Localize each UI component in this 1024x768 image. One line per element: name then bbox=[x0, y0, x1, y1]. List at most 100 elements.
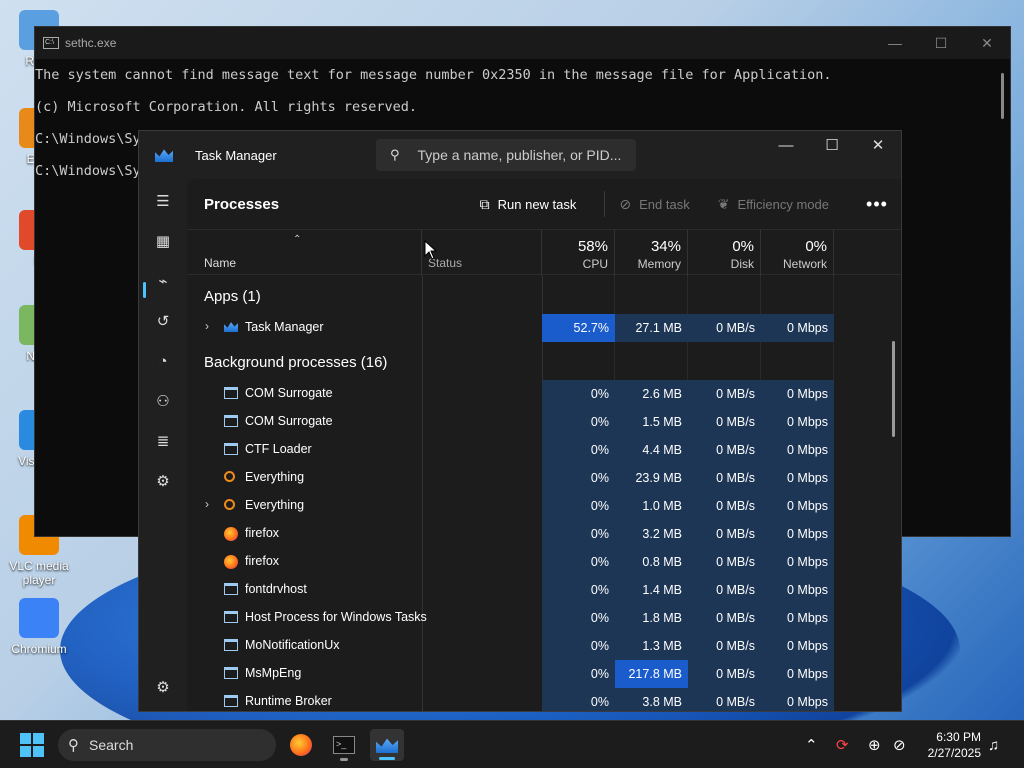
update-notification-icon[interactable]: ⟳ bbox=[836, 721, 849, 768]
close-icon[interactable]: ✕ bbox=[855, 131, 901, 161]
tm-sidebar: ☰ ▦ ⌁ ↺ ◔ ⚇ ≣ ⚙ ⚙ bbox=[139, 179, 187, 711]
firefox-icon bbox=[224, 527, 238, 541]
memory-cell: 3.8 MB bbox=[615, 688, 688, 711]
search-icon: ⚲ bbox=[68, 737, 79, 754]
hamburger-menu-icon[interactable]: ☰ bbox=[147, 187, 179, 217]
clock[interactable]: 6:30 PM 2/27/2025 bbox=[928, 729, 981, 761]
process-list-scrollbar[interactable] bbox=[892, 341, 895, 437]
close-icon[interactable]: ✕ bbox=[964, 35, 1010, 52]
settings-icon[interactable]: ⚙ bbox=[147, 673, 179, 703]
details-icon[interactable]: ≣ bbox=[147, 427, 179, 457]
process-row[interactable]: firefox 0% 0.8 MB 0 MB/s 0 Mbps bbox=[187, 548, 834, 576]
services-icon[interactable]: ⚙ bbox=[147, 467, 179, 497]
group-header-cell bbox=[688, 276, 761, 314]
users-icon[interactable]: ⚇ bbox=[147, 387, 179, 417]
taskbar-search[interactable]: ⚲ Search bbox=[58, 729, 276, 761]
process-name: firefox bbox=[245, 554, 280, 568]
network-globe-icon[interactable]: ⊕ bbox=[868, 721, 881, 768]
col-status-header[interactable]: Status bbox=[422, 230, 542, 276]
cpu-cell: 0% bbox=[542, 520, 615, 548]
memory-cell: 27.1 MB bbox=[615, 314, 688, 342]
group-header-cell bbox=[542, 276, 615, 314]
process-name: COM Surrogate bbox=[245, 386, 333, 400]
firefox-taskbar-icon[interactable] bbox=[284, 729, 318, 761]
cpu-cell: 0% bbox=[542, 688, 615, 711]
cmd-scrollbar[interactable] bbox=[1001, 73, 1004, 119]
expand-chevron-icon[interactable]: › bbox=[205, 497, 209, 511]
group-header-cell bbox=[761, 276, 834, 314]
notification-bell-icon[interactable]: ♫ bbox=[988, 721, 999, 768]
cpu-total: 58% bbox=[577, 238, 608, 255]
end-task-button[interactable]: ⊘ End task bbox=[619, 196, 689, 213]
process-row[interactable]: COM Surrogate 0% 2.6 MB 0 MB/s 0 Mbps bbox=[187, 380, 834, 408]
process-window-icon bbox=[224, 583, 238, 597]
process-name: Everything bbox=[245, 498, 305, 512]
tm-toolbar: Processes ⧉ Run new task ⊘ End task ❦ Ef… bbox=[187, 179, 901, 229]
tm-search-placeholder: Type a name, publisher, or PID... bbox=[417, 147, 622, 163]
apps-group-header: Apps (1) bbox=[204, 288, 261, 305]
taskmanager-taskbar-icon[interactable] bbox=[370, 729, 404, 761]
process-row[interactable]: › Everything 0% 1.0 MB 0 MB/s 0 Mbps bbox=[187, 492, 834, 520]
process-window-icon bbox=[224, 695, 238, 709]
col-cpu-header[interactable]: 58% CPU bbox=[542, 230, 615, 276]
process-row[interactable]: COM Surrogate 0% 1.5 MB 0 MB/s 0 Mbps bbox=[187, 408, 834, 436]
performance-icon[interactable]: ⌁ bbox=[147, 267, 179, 297]
cpu-cell: 0% bbox=[542, 464, 615, 492]
terminal-taskbar-icon[interactable]: >_ bbox=[327, 729, 361, 761]
show-hidden-icons-chevron-icon[interactable]: ⌃ bbox=[805, 721, 818, 768]
cmd-titlebar[interactable]: C:\ sethc.exe — ☐ ✕ bbox=[35, 27, 1010, 59]
sort-up-icon: ⌃ bbox=[293, 234, 302, 245]
process-row[interactable]: MsMpEng 0% 217.8 MB 0 MB/s 0 Mbps bbox=[187, 660, 834, 688]
task-manager-window[interactable]: Task Manager ⚲ Type a name, publisher, o… bbox=[138, 130, 902, 712]
cpu-cell: 0% bbox=[542, 576, 615, 604]
efficiency-mode-button[interactable]: ❦ Efficiency mode bbox=[718, 196, 829, 213]
run-new-task-label: Run new task bbox=[497, 196, 577, 212]
network-cell: 0 Mbps bbox=[761, 314, 834, 342]
run-new-task-button[interactable]: ⧉ Run new task bbox=[480, 196, 577, 213]
minimize-icon[interactable]: — bbox=[763, 131, 809, 161]
process-window-icon bbox=[224, 443, 238, 457]
process-row[interactable]: MoNotificationUx 0% 1.3 MB 0 MB/s 0 Mbps bbox=[187, 632, 834, 660]
memory-cell: 3.2 MB bbox=[615, 520, 688, 548]
process-name: Host Process for Windows Tasks bbox=[245, 610, 427, 624]
volume-muted-icon[interactable]: ⊘ bbox=[893, 721, 906, 768]
new-task-icon: ⧉ bbox=[479, 195, 490, 212]
app-history-icon[interactable]: ↺ bbox=[147, 307, 179, 337]
col-network-header[interactable]: 0% Network bbox=[761, 230, 834, 276]
processes-icon[interactable]: ▦ bbox=[147, 227, 179, 257]
leaf-icon: ❦ bbox=[717, 195, 730, 212]
tm-titlebar[interactable]: Task Manager ⚲ Type a name, publisher, o… bbox=[139, 131, 901, 179]
start-button[interactable] bbox=[20, 733, 44, 757]
minimize-icon[interactable]: — bbox=[872, 35, 918, 52]
more-options-button[interactable]: ••• bbox=[857, 194, 897, 215]
taskbar-search-label: Search bbox=[89, 737, 134, 753]
maximize-icon[interactable]: ☐ bbox=[918, 35, 964, 52]
col-name-header[interactable]: ⌃ Name bbox=[187, 230, 422, 276]
process-row[interactable]: CTF Loader 0% 4.4 MB 0 MB/s 0 Mbps bbox=[187, 436, 834, 464]
desktop-icon[interactable]: Chromium bbox=[4, 598, 74, 656]
maximize-icon[interactable]: ☐ bbox=[809, 131, 855, 161]
startup-apps-icon[interactable]: ◔ bbox=[147, 347, 179, 377]
process-window-icon bbox=[224, 387, 238, 401]
process-name: Everything bbox=[245, 470, 305, 484]
cpu-cell: 0% bbox=[542, 660, 615, 688]
process-row[interactable]: Everything 0% 23.9 MB 0 MB/s 0 Mbps bbox=[187, 464, 834, 492]
network-cell: 0 Mbps bbox=[761, 576, 834, 604]
process-row[interactable]: fontdrvhost 0% 1.4 MB 0 MB/s 0 Mbps bbox=[187, 576, 834, 604]
process-name: COM Surrogate bbox=[245, 414, 333, 428]
tm-search-input[interactable]: ⚲ Type a name, publisher, or PID... bbox=[376, 139, 636, 171]
col-disk-label: Disk bbox=[730, 257, 754, 271]
col-disk-header[interactable]: 0% Disk bbox=[688, 230, 761, 276]
process-row[interactable]: firefox 0% 3.2 MB 0 MB/s 0 Mbps bbox=[187, 520, 834, 548]
process-row[interactable]: Host Process for Windows Tasks 0% 1.8 MB 0 … bbox=[187, 604, 834, 632]
expand-chevron-icon[interactable]: › bbox=[205, 319, 209, 333]
cmd-icon: C:\ bbox=[43, 37, 59, 49]
mouse-cursor-icon bbox=[424, 240, 438, 260]
group-header-cell bbox=[615, 342, 688, 380]
memory-cell: 1.0 MB bbox=[615, 492, 688, 520]
tm-title: Task Manager bbox=[195, 147, 277, 163]
process-row[interactable]: Runtime Broker 0% 3.8 MB 0 MB/s 0 Mbps bbox=[187, 688, 834, 711]
process-row[interactable]: › Task Manager 52.7% 27.1 MB 0 MB/s 0 Mbps bbox=[187, 314, 834, 342]
col-memory-header[interactable]: 34% Memory bbox=[615, 230, 688, 276]
end-task-icon: ⊘ bbox=[619, 195, 632, 212]
